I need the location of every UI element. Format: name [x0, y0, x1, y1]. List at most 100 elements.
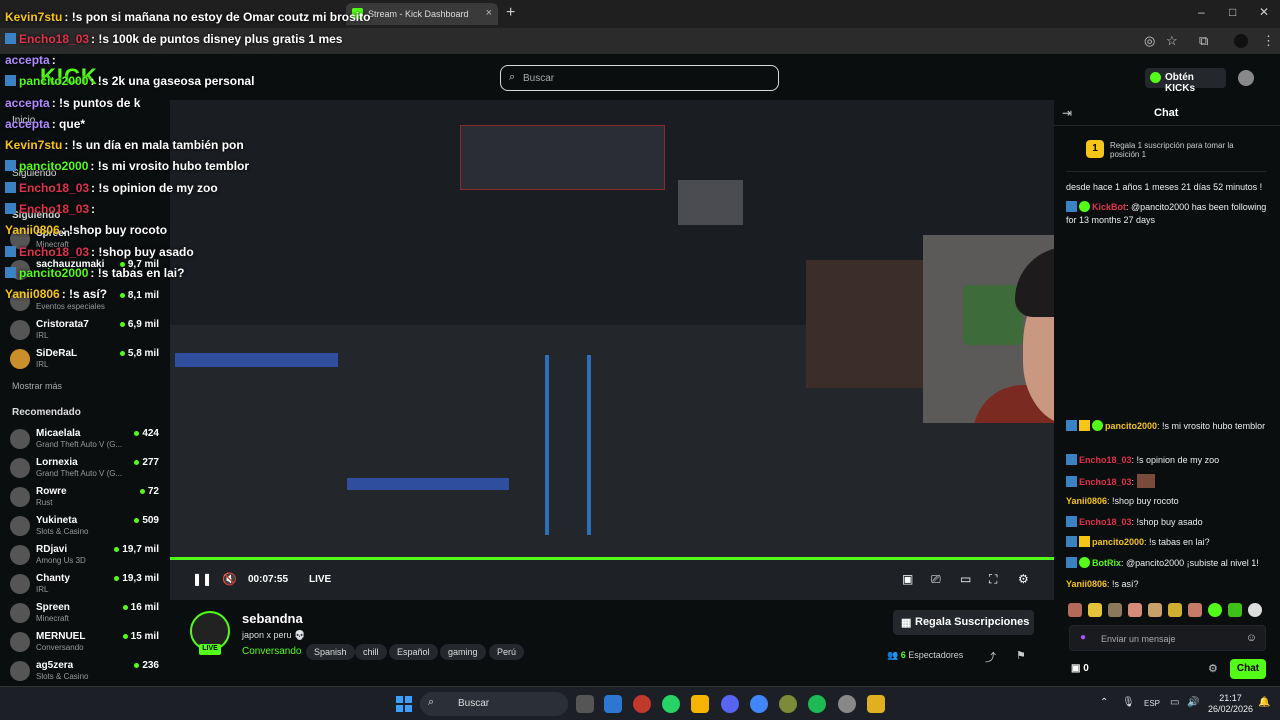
discord-icon[interactable] — [721, 695, 739, 713]
fullscreen-icon[interactable]: ⛶ — [989, 572, 997, 587]
tag[interactable]: chill — [355, 644, 387, 660]
overlay-chat-line: Kevin7stu: !s un día en mala también pon — [5, 138, 244, 152]
volume-icon[interactable]: 🔊 — [1187, 697, 1199, 708]
star-icon[interactable]: ☆ — [1166, 33, 1178, 49]
emoji-picker-icon[interactable]: ☺ — [1246, 632, 1257, 644]
windows-start-button[interactable] — [396, 696, 412, 712]
microphone-tray-icon[interactable]: 🎙 — [1122, 697, 1135, 708]
emote-button[interactable] — [1088, 603, 1102, 617]
show-more-link[interactable]: Mostrar más — [12, 381, 62, 391]
overlay-chat-line: Encho18_03: !s opinion de my zoo — [5, 181, 218, 195]
search-input[interactable]: ⌕ Buscar — [500, 65, 779, 91]
channel-name: Rowre — [36, 486, 67, 497]
tag[interactable]: Perú — [489, 644, 525, 660]
app-icon[interactable] — [838, 695, 856, 713]
settings-gear-icon[interactable]: ⚙ — [1018, 572, 1029, 586]
emote-button[interactable] — [1128, 603, 1142, 617]
video-cam-preview — [806, 260, 923, 388]
network-icon[interactable]: ▭ — [1170, 697, 1179, 708]
overlay-chat-line: pancito2000: !s tabas en lai? — [5, 266, 184, 280]
language-indicator[interactable]: ESP — [1144, 699, 1160, 708]
minimize-button[interactable]: – — [1198, 5, 1205, 19]
recommended-channel[interactable]: Chanty IRL 19,3 mil — [10, 571, 165, 597]
spotify-icon[interactable] — [808, 695, 826, 713]
overlay-chat-line: Kevin7stu: !s pon si mañana no estoy de … — [5, 10, 371, 24]
app-icon[interactable] — [633, 695, 651, 713]
viewer-count: 👥 6 Espectadores — [887, 650, 964, 660]
recommended-channel[interactable]: Rowre Rust 72 — [10, 484, 165, 510]
store-icon[interactable] — [604, 695, 622, 713]
recommended-channel[interactable]: RDjavi Among Us 3D 19,7 mil — [10, 542, 165, 568]
app-icon[interactable] — [867, 695, 885, 713]
app-icon[interactable] — [779, 695, 797, 713]
channel-points[interactable]: ▣ 0 — [1071, 663, 1089, 674]
clock[interactable]: 21:17 26/02/2026 — [1208, 693, 1253, 715]
chat-message-input[interactable]: ● Enviar un mensaje ☺ — [1069, 625, 1266, 651]
mute-icon[interactable]: 🔇 — [222, 572, 237, 586]
emote-button[interactable] — [1188, 603, 1202, 617]
emote-button[interactable] — [1228, 603, 1242, 617]
new-tab-button[interactable]: + — [506, 4, 515, 22]
pip-icon[interactable]: ▣ — [902, 572, 913, 586]
channel-category: Conversando — [36, 643, 84, 652]
recommended-channel[interactable]: MERNUEL Conversando 15 mil — [10, 629, 165, 655]
emote-button[interactable] — [1248, 603, 1262, 617]
tray-chevron-icon[interactable]: ⌃ — [1100, 697, 1108, 708]
profile-avatar[interactable] — [1234, 34, 1248, 48]
extensions-icon[interactable]: ⧉ — [1199, 33, 1208, 49]
following-channel[interactable]: SiDeRaL IRL 5,8 mil — [10, 346, 165, 372]
close-tab-icon[interactable]: × — [486, 7, 492, 19]
recommended-channel[interactable]: ag5zera Slots & Casino 236 — [10, 658, 165, 684]
send-chat-button[interactable]: Chat — [1230, 659, 1266, 679]
microphone-icon[interactable]: ● — [1080, 632, 1086, 643]
eye-off-icon[interactable]: ◎ — [1144, 33, 1155, 49]
recommended-channel[interactable]: Spreen Minecraft 16 mil — [10, 600, 165, 626]
gift-subscriptions-button[interactable]: ▦ Regala Suscripciones — [893, 610, 1034, 635]
emote-button[interactable] — [1068, 603, 1082, 617]
emote-button[interactable] — [1208, 603, 1222, 617]
follow-user-icon[interactable]: ⚑ — [1016, 649, 1026, 662]
maximize-button[interactable]: □ — [1229, 5, 1236, 19]
progress-bar[interactable] — [170, 557, 1054, 560]
pause-button[interactable]: ❚❚ — [192, 572, 212, 586]
avatar — [10, 632, 30, 652]
live-indicator[interactable]: LIVE — [309, 574, 331, 585]
share-icon[interactable]: ⤴ — [985, 649, 996, 665]
whatsapp-icon[interactable] — [662, 695, 680, 713]
clip-icon[interactable]: ⎚ — [931, 572, 941, 587]
theater-mode-icon[interactable]: ▭ — [960, 572, 971, 586]
emote-button[interactable] — [1108, 603, 1122, 617]
user-avatar[interactable] — [1238, 70, 1254, 86]
viewer-count: 236 — [134, 660, 159, 671]
taskbar: ⌕ Buscar ⌃ 🎙 ESP ▭ 🔊 21:17 26/02/2026 🔔 — [0, 686, 1280, 720]
stream-category[interactable]: Conversando — [242, 646, 301, 657]
taskbar-search[interactable]: ⌕ Buscar — [420, 692, 568, 716]
tag[interactable]: Spanish — [306, 644, 355, 660]
player-controls: ❚❚ 🔇 00:07:55 LIVE ▣ ⎚ ▭ ⛶ ⚙ — [170, 568, 1054, 592]
tag[interactable]: gaming — [440, 644, 486, 660]
file-explorer-icon[interactable] — [691, 695, 709, 713]
chrome-icon[interactable] — [750, 695, 768, 713]
menu-dots-icon[interactable]: ⋮ — [1262, 33, 1275, 49]
recommended-channel[interactable]: Lornexia Grand Theft Auto V (G... 277 — [10, 455, 165, 481]
pinned-gift-leaderboard[interactable]: 1 Regala 1 suscripción para tomar la pos… — [1066, 130, 1266, 172]
gift-icon: ▦ — [901, 617, 912, 629]
search-placeholder: Buscar — [523, 73, 555, 84]
viewers-icon: 👥 — [887, 650, 899, 660]
recommended-channel[interactable]: Yukineta Slots & Casino 509 — [10, 513, 165, 539]
collapse-chat-icon[interactable]: ⇥ — [1062, 106, 1072, 120]
channel-category: IRL — [36, 331, 49, 340]
emote-button[interactable] — [1168, 603, 1182, 617]
chat-settings-icon[interactable]: ⚙ — [1208, 662, 1218, 675]
following-channel[interactable]: Cristorata7 IRL 6,9 mil — [10, 317, 165, 343]
close-window-button[interactable]: ✕ — [1259, 5, 1269, 19]
tag[interactable]: Español — [389, 644, 438, 660]
get-kicks-button[interactable]: Obtén KICKs — [1145, 68, 1226, 94]
notifications-icon[interactable]: 🔔 — [1258, 697, 1270, 708]
channel-name[interactable]: sebandna — [242, 611, 303, 626]
video-player[interactable] — [170, 100, 1054, 600]
recommended-channel[interactable]: Micaelala Grand Theft Auto V (G... 424 — [10, 426, 165, 452]
task-view-icon[interactable] — [576, 695, 594, 713]
rank-badge: 1 — [1086, 140, 1104, 158]
emote-button[interactable] — [1148, 603, 1162, 617]
